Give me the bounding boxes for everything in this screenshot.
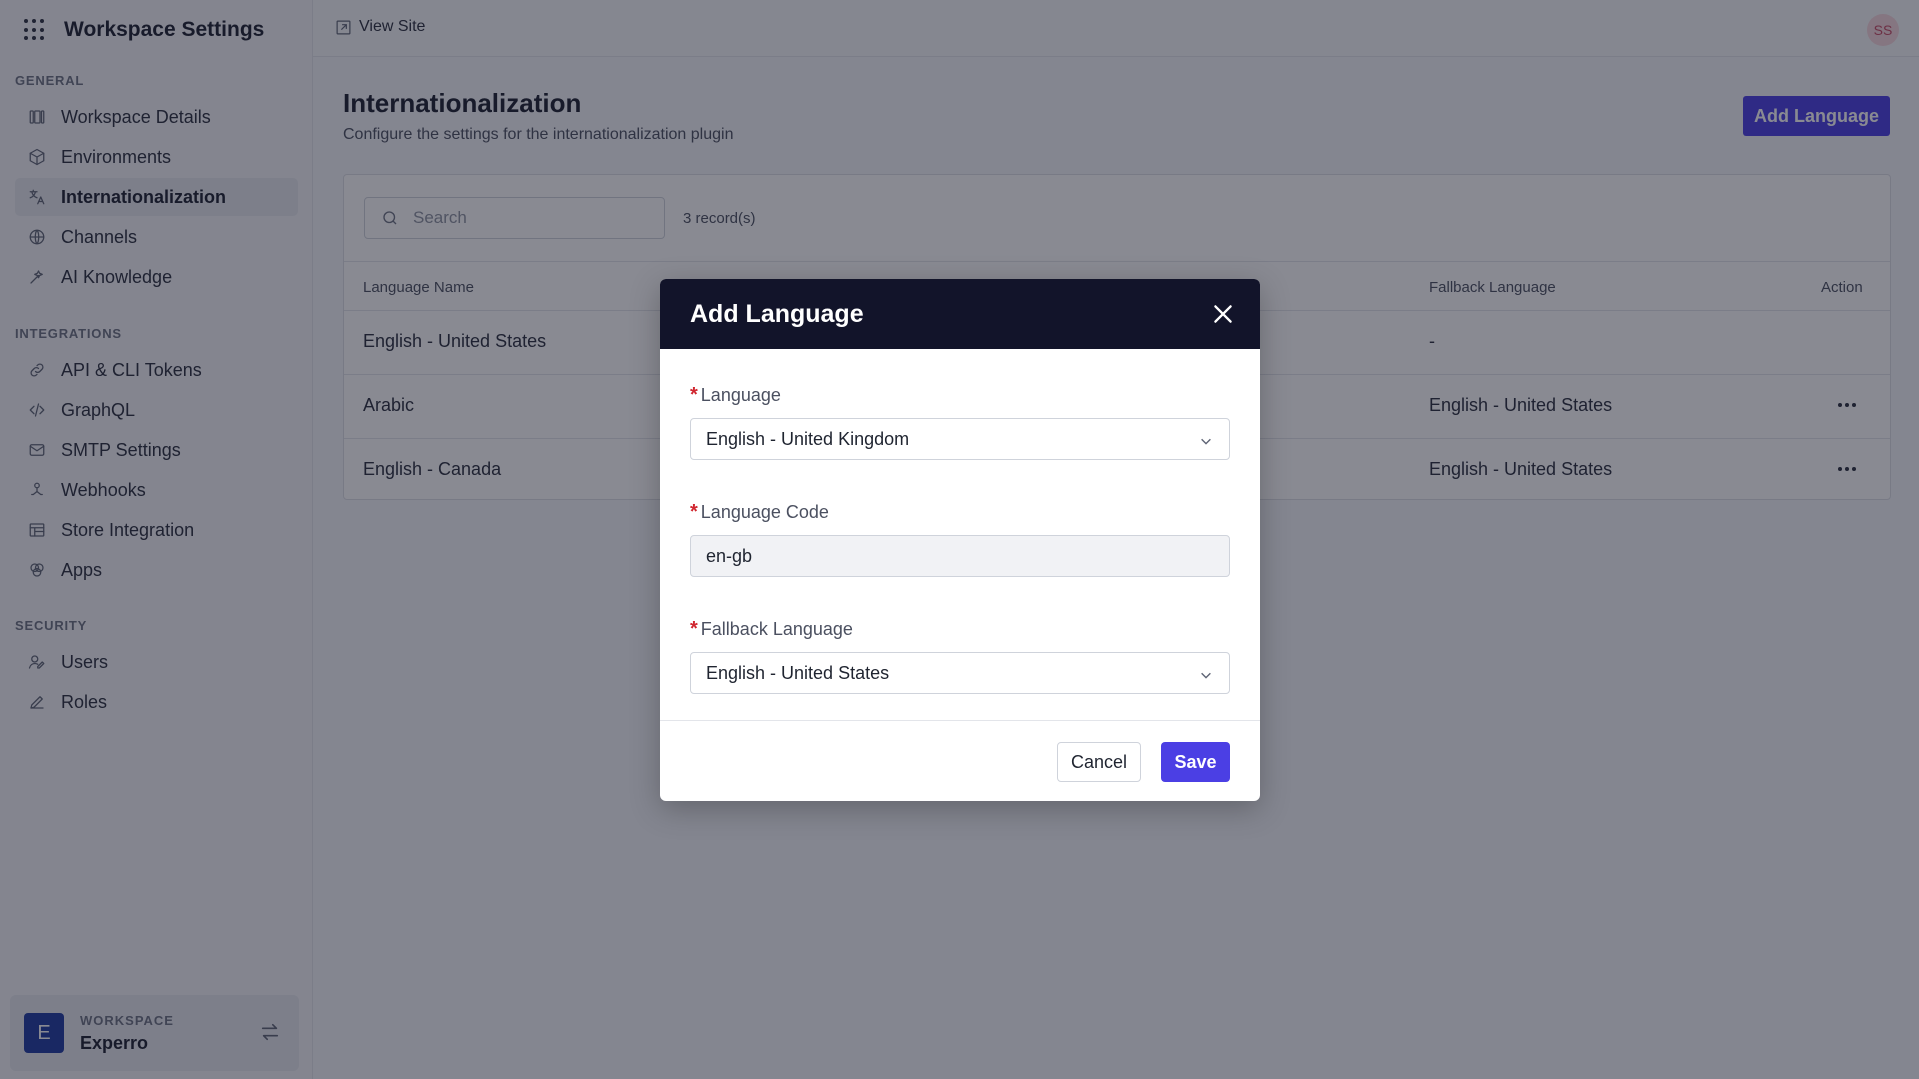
chevron-down-icon <box>1199 432 1213 446</box>
language-select-value: English - United Kingdom <box>706 428 910 449</box>
modal-divider <box>660 720 1260 721</box>
required-marker: * <box>690 501 698 523</box>
language-code-field: * Language Code en-gb <box>690 501 1230 577</box>
close-icon[interactable] <box>1210 301 1236 327</box>
add-language-modal: Add Language * Language English - United… <box>660 279 1260 801</box>
fallback-language-label: Fallback Language <box>700 618 853 639</box>
language-select[interactable]: English - United Kingdom <box>690 418 1230 460</box>
language-field: * Language English - United Kingdom <box>690 384 1230 460</box>
modal-header: Add Language <box>660 279 1260 349</box>
cancel-button[interactable]: Cancel <box>1057 742 1141 782</box>
language-code-value: en-gb <box>706 545 753 566</box>
required-marker: * <box>690 618 698 640</box>
language-label: Language <box>700 384 781 405</box>
fallback-language-select[interactable]: English - United States <box>690 652 1230 694</box>
language-code-label: Language Code <box>700 501 829 522</box>
modal-title: Add Language <box>690 299 864 328</box>
fallback-language-select-value: English - United States <box>706 662 890 683</box>
fallback-language-field: * Fallback Language English - United Sta… <box>690 618 1230 694</box>
save-button[interactable]: Save <box>1161 742 1230 782</box>
chevron-down-icon <box>1199 666 1213 680</box>
required-marker: * <box>690 384 698 406</box>
language-code-input[interactable]: en-gb <box>690 535 1230 577</box>
